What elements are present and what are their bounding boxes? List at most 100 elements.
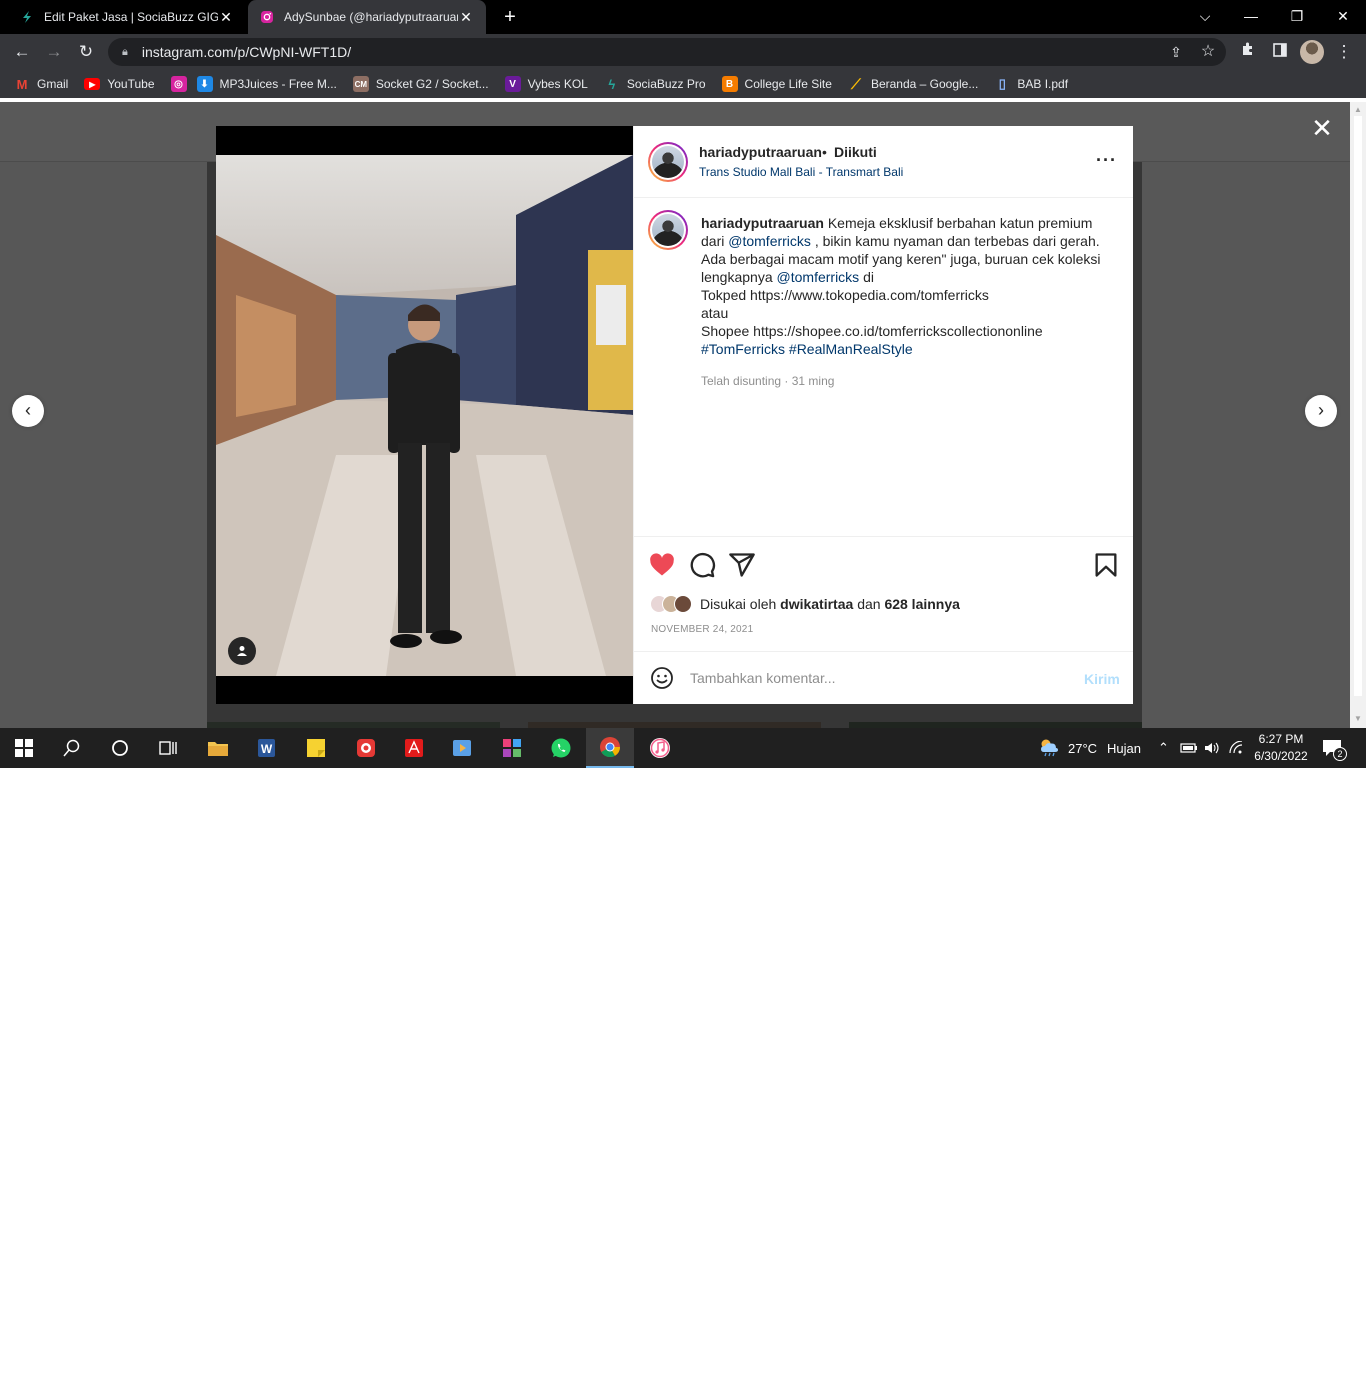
more-options-icon[interactable]: ··· bbox=[1096, 150, 1117, 171]
forward-arrow-icon[interactable]: → bbox=[42, 40, 66, 64]
youtube-icon: ▶ bbox=[84, 78, 101, 90]
liker-avatar[interactable] bbox=[674, 595, 692, 613]
caption-mention[interactable]: @tomferricks bbox=[777, 269, 860, 285]
whatsapp-icon[interactable] bbox=[537, 728, 585, 768]
clock-date: 6/30/2022 bbox=[1254, 749, 1308, 763]
bookmark-college-life[interactable]: B College Life Site bbox=[721, 76, 832, 92]
follow-status-button[interactable]: Diikuti bbox=[834, 144, 877, 160]
itunes-icon[interactable] bbox=[636, 728, 684, 768]
weather-widget[interactable]: 27°C Hujan bbox=[1038, 728, 1141, 768]
browser-tab-sociabuzz[interactable]: Edit Paket Jasa | SociaBuzz GIGS ✕ bbox=[8, 0, 246, 34]
sticky-notes-icon[interactable] bbox=[292, 728, 340, 768]
vybes-icon: V bbox=[504, 76, 521, 92]
wifi-icon[interactable] bbox=[1228, 728, 1244, 768]
bookmark-gmail[interactable]: M Gmail bbox=[14, 76, 69, 92]
word-icon[interactable]: W bbox=[242, 728, 290, 768]
extensions-puzzle-icon[interactable] bbox=[1236, 40, 1260, 64]
cpu-icon: CM bbox=[352, 76, 369, 92]
bookmark-mp3juices[interactable]: ⬇ MP3Juices - Free M... bbox=[196, 76, 337, 92]
post-location[interactable]: Trans Studio Mall Bali - Transmart Bali bbox=[699, 165, 903, 179]
caption-mention[interactable]: @tomferricks bbox=[728, 233, 811, 249]
search-icon[interactable] bbox=[48, 728, 96, 768]
share-icon[interactable]: ⇪ bbox=[1164, 40, 1188, 64]
volume-icon[interactable] bbox=[1204, 728, 1220, 768]
next-post-button[interactable]: › bbox=[1305, 395, 1337, 427]
cortana-icon[interactable] bbox=[96, 728, 144, 768]
task-view-icon[interactable] bbox=[144, 728, 192, 768]
close-tab-icon[interactable]: ✕ bbox=[458, 9, 474, 26]
caption-hashtag[interactable]: #TomFerricks bbox=[701, 341, 785, 357]
chrome-menu-icon[interactable]: ⋮ bbox=[1332, 40, 1356, 64]
camera-app-icon[interactable] bbox=[342, 728, 390, 768]
bookmark-socket[interactable]: CM Socket G2 / Socket... bbox=[352, 76, 489, 92]
post-sidebar: hariadyputraaruan • Diikuti Trans Studio… bbox=[633, 126, 1133, 704]
bookmark-beranda[interactable]: ⟋ Beranda – Google... bbox=[848, 76, 978, 92]
video-editor-icon[interactable] bbox=[438, 728, 486, 768]
scroll-up-icon[interactable]: ▲ bbox=[1354, 105, 1362, 114]
file-explorer-icon[interactable] bbox=[194, 728, 242, 768]
caption-username[interactable]: hariadyputraaruan bbox=[701, 215, 824, 231]
show-hidden-icons-chevron[interactable]: ⌃ bbox=[1158, 728, 1169, 768]
notification-center-icon[interactable]: 2 bbox=[1322, 728, 1347, 768]
post-date[interactable]: NOVEMBER 24, 2021 bbox=[651, 624, 753, 635]
gmail-icon: M bbox=[16, 76, 28, 92]
restore-button[interactable]: ❐ bbox=[1274, 0, 1320, 34]
comment-input[interactable] bbox=[690, 664, 1070, 692]
post-actions: Disukai oleh dwikatirtaa dan 628 lainnya… bbox=[634, 536, 1133, 651]
bookmark-youtube[interactable]: ▶ YouTube bbox=[84, 77, 155, 91]
windows-start-icon[interactable] bbox=[0, 728, 48, 768]
close-modal-icon[interactable]: ✕ bbox=[1310, 115, 1334, 141]
page-scrollbar[interactable]: ▲ ▼ bbox=[1350, 102, 1366, 728]
caption-author-avatar[interactable] bbox=[648, 210, 688, 250]
send-comment-button[interactable]: Kirim bbox=[1084, 671, 1120, 687]
author-username[interactable]: hariadyputraaruan bbox=[699, 144, 822, 160]
new-tab-button[interactable]: + bbox=[498, 5, 522, 29]
clock-time: 6:27 PM bbox=[1258, 732, 1304, 746]
save-bookmark-icon[interactable] bbox=[1092, 551, 1120, 579]
back-arrow-icon[interactable]: ← bbox=[10, 40, 34, 64]
post-photo[interactable] bbox=[216, 155, 633, 676]
side-panel-icon[interactable] bbox=[1268, 40, 1292, 64]
close-window-button[interactable]: ✕ bbox=[1320, 0, 1366, 34]
caption-edited-meta: Telah disunting · 31 ming bbox=[701, 374, 835, 388]
scroll-down-icon[interactable]: ▼ bbox=[1354, 714, 1362, 723]
download-icon: ⬇ bbox=[196, 76, 213, 92]
bookmark-vybes[interactable]: V Vybes KOL bbox=[504, 76, 588, 92]
emoji-icon[interactable] bbox=[650, 666, 674, 690]
user-tag-icon[interactable] bbox=[228, 637, 256, 665]
bookmark-instagram[interactable]: ◎ bbox=[170, 76, 187, 92]
like-heart-icon[interactable] bbox=[648, 551, 676, 579]
browser-tab-instagram[interactable]: AdySunbae (@hariadyputraaruan ✕ bbox=[248, 0, 486, 34]
liker-username[interactable]: dwikatirtaa bbox=[780, 596, 853, 612]
system-clock[interactable]: 6:27 PM 6/30/2022 bbox=[1250, 731, 1312, 765]
weather-rain-icon bbox=[1038, 737, 1060, 760]
share-paper-plane-icon[interactable] bbox=[728, 551, 756, 579]
file-icon: ▯ bbox=[998, 76, 1006, 91]
bookmark-sociabuzz[interactable]: ϟ SociaBuzz Pro bbox=[604, 76, 705, 92]
likes-count-link[interactable]: 628 lainnya bbox=[884, 596, 960, 612]
weather-temp: 27°C bbox=[1068, 740, 1098, 756]
battery-icon[interactable] bbox=[1180, 728, 1198, 768]
blogger-icon: B bbox=[721, 76, 738, 92]
tab-title: Edit Paket Jasa | SociaBuzz GIGS bbox=[44, 10, 218, 24]
profile-avatar[interactable] bbox=[1300, 40, 1324, 64]
screen: Edit Paket Jasa | SociaBuzz GIGS ✕ AdySu… bbox=[0, 0, 1366, 768]
scroll-thumb[interactable] bbox=[1354, 116, 1362, 696]
photo-app-icon[interactable] bbox=[488, 728, 536, 768]
comment-box: Kirim bbox=[634, 651, 1133, 704]
acrobat-icon[interactable] bbox=[390, 728, 438, 768]
caption-hashtag[interactable]: #RealManRealStyle bbox=[789, 341, 913, 357]
tab-search-chevron-icon[interactable]: ⌵ bbox=[1182, 0, 1228, 34]
star-bookmark-icon[interactable]: ☆ bbox=[1196, 40, 1220, 64]
bookmark-bab-pdf[interactable]: ▯ BAB I.pdf bbox=[994, 76, 1068, 92]
reload-icon[interactable]: ↻ bbox=[74, 40, 98, 64]
close-tab-icon[interactable]: ✕ bbox=[218, 9, 234, 26]
comment-bubble-icon[interactable] bbox=[688, 551, 716, 579]
address-bar[interactable]: 🔒︎ instagram.com/p/CWpNI-WFT1D/ bbox=[108, 38, 1226, 66]
author-avatar[interactable] bbox=[648, 142, 688, 182]
previous-post-button[interactable]: ‹ bbox=[12, 395, 44, 427]
chrome-icon[interactable] bbox=[586, 728, 634, 768]
minimize-button[interactable]: — bbox=[1228, 0, 1274, 34]
lock-icon: 🔒︎ bbox=[122, 45, 128, 58]
sociabuzz-icon: ϟ bbox=[608, 76, 616, 92]
